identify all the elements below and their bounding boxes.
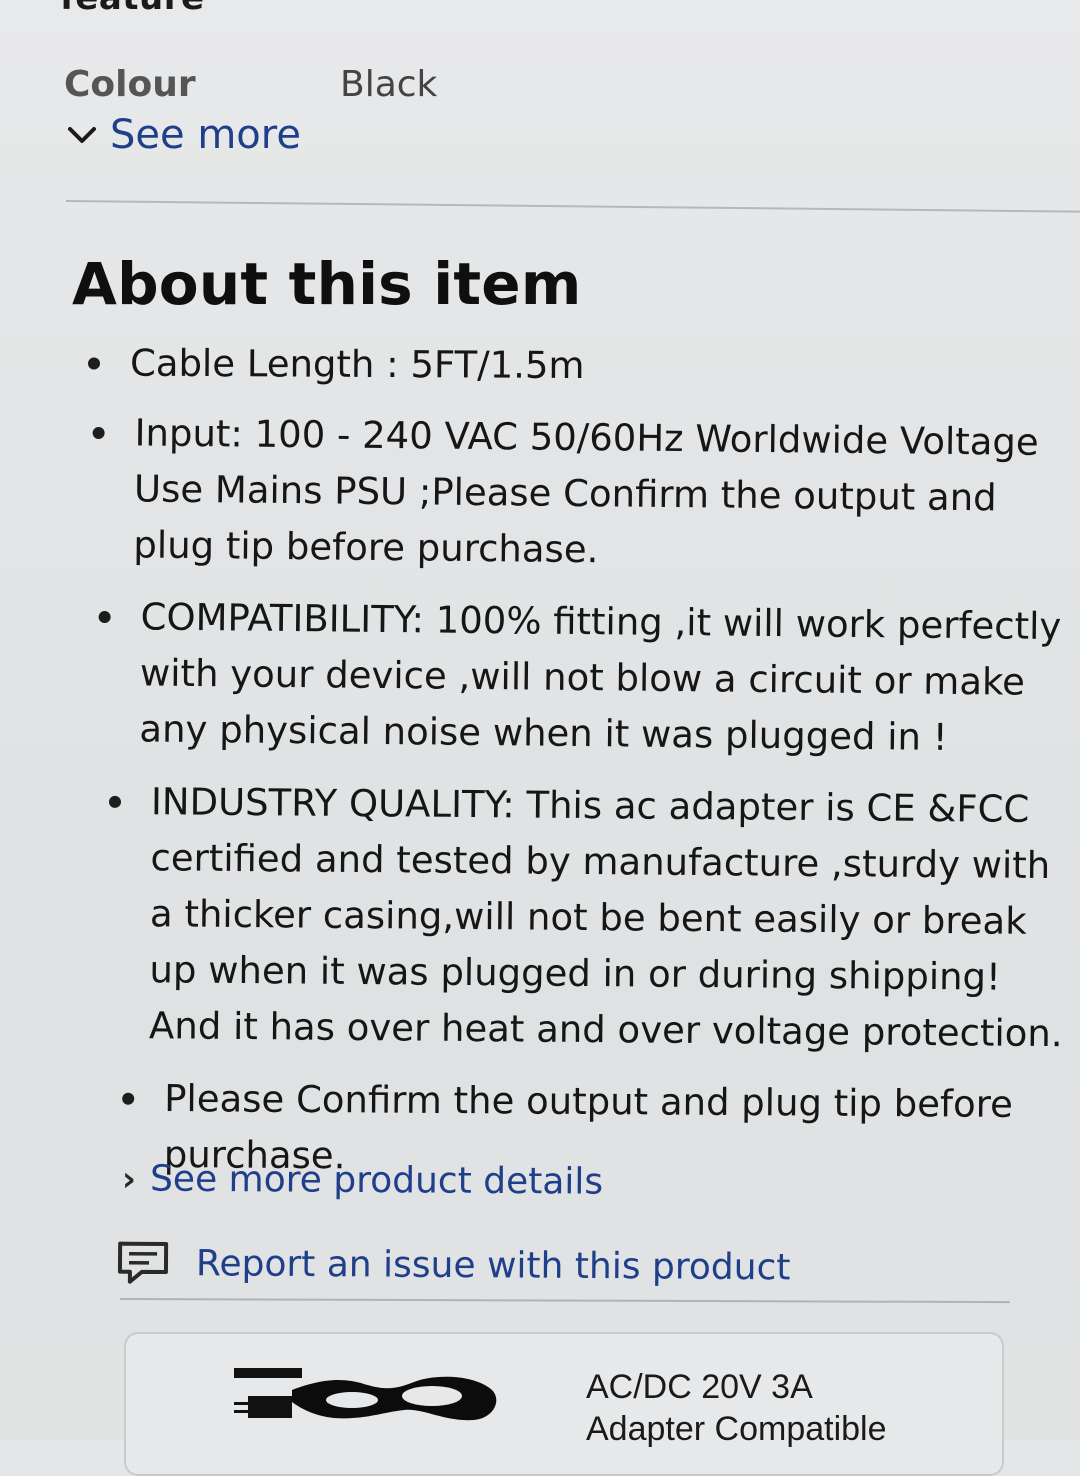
product-title-line1: AC/DC 20V 3A — [586, 1366, 986, 1408]
product-title-line2: Adapter Compatible — [586, 1408, 986, 1450]
related-product-card[interactable]: AC/DC 20V 3A Adapter Compatible — [124, 1332, 1004, 1476]
bullet-text: INDUSTRY QUALITY: This ac adapter is CE … — [149, 780, 1063, 1055]
chevron-right-icon: › — [122, 1159, 136, 1199]
section-divider — [66, 200, 1080, 213]
bullet-dot — [88, 357, 100, 369]
spec-label: Colour — [64, 64, 196, 104]
chevron-down-icon — [66, 119, 98, 151]
bullet-dot — [109, 796, 121, 808]
about-item-heading: About this item — [72, 250, 581, 318]
bullet-text: COMPATIBILITY: 100% fitting ,it will wor… — [139, 595, 1061, 758]
report-issue-label: Report an issue with this product — [196, 1243, 791, 1288]
list-item: INDUSTRY QUALITY: This ac adapter is CE … — [103, 774, 1065, 1062]
about-item-list: Cable Length : 5FT/1.5m Input: 100 - 240… — [84, 338, 1064, 1202]
section-header-feature: feature — [60, 0, 205, 18]
bullet-dot — [93, 427, 105, 439]
product-page: feature Colour Black See more About this… — [0, 0, 1080, 1440]
bullet-text: Input: 100 - 240 VAC 50/60Hz Worldwide V… — [133, 411, 1039, 571]
spec-value: Black — [340, 64, 437, 104]
list-item: Input: 100 - 240 VAC 50/60Hz Worldwide V… — [87, 405, 1065, 583]
power-cable-image — [234, 1360, 504, 1430]
report-divider — [120, 1298, 1010, 1303]
bullet-dot — [99, 611, 111, 623]
bullet-text: Cable Length : 5FT/1.5m — [130, 342, 585, 387]
product-title: AC/DC 20V 3A Adapter Compatible — [586, 1366, 986, 1450]
report-issue-link[interactable]: Report an issue with this product — [116, 1240, 791, 1291]
list-item: COMPATIBILITY: 100% fitting ,it will wor… — [93, 589, 1065, 767]
feedback-icon — [116, 1240, 170, 1286]
bullet-dot — [122, 1093, 134, 1105]
details-link-label: See more product details — [150, 1159, 603, 1203]
list-item: Cable Length : 5FT/1.5m — [84, 335, 1064, 396]
see-more-product-details-link[interactable]: › See more product details — [122, 1158, 603, 1202]
see-more-label: See more — [110, 112, 301, 158]
spec-row-colour: Colour Black — [64, 60, 664, 104]
see-more-button[interactable]: See more — [66, 112, 301, 158]
